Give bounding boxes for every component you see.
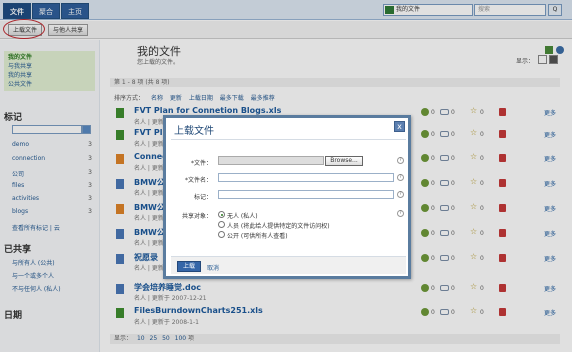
browse-button[interactable]: Browse...: [325, 156, 363, 166]
share-private-radio[interactable]: [218, 211, 225, 218]
tags-label: 标记：: [193, 194, 212, 201]
dialog-footer: 上载 取消: [171, 256, 406, 274]
share-public-radio[interactable]: [218, 231, 225, 238]
help-icon[interactable]: ?: [397, 210, 404, 217]
share-private-label: 无人 (私人): [227, 213, 258, 220]
upload-file-dialog: 上载文件 x *文件： Browse... ? *文件名： ? 标记： ? 共享…: [163, 115, 411, 279]
share-people-radio[interactable]: [218, 221, 225, 228]
dialog-divider: [171, 139, 406, 140]
help-icon[interactable]: ?: [397, 191, 404, 198]
share-public-label: 公开 (可供所有人查看): [227, 233, 288, 240]
tags-field[interactable]: [218, 190, 394, 199]
help-icon[interactable]: ?: [397, 174, 404, 181]
share-people-label: 人员 (将此给人提供特定的文件访问权): [227, 223, 330, 230]
filename-field[interactable]: [218, 173, 394, 182]
cancel-link[interactable]: 取消: [207, 263, 219, 272]
file-path-field[interactable]: [218, 156, 324, 165]
filename-label: *文件名：: [184, 177, 212, 184]
help-icon[interactable]: ?: [397, 157, 404, 164]
dialog-title: 上载文件: [174, 126, 214, 137]
file-label: *文件：: [190, 160, 212, 167]
share-with-label: 共享对象：: [181, 213, 212, 220]
upload-button[interactable]: 上载: [177, 261, 201, 272]
close-icon[interactable]: x: [394, 121, 405, 132]
